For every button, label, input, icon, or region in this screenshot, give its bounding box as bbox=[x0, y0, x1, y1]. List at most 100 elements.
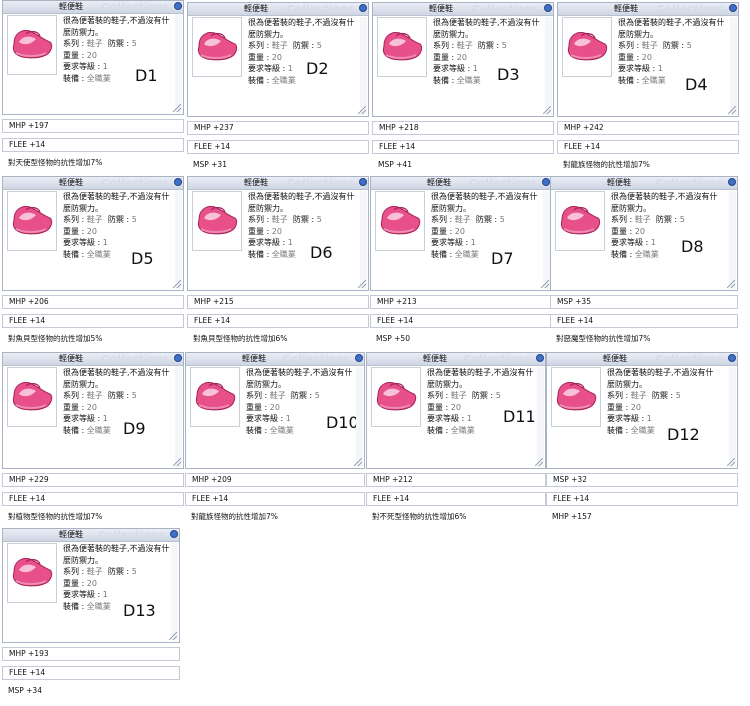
collections-watermark: Collections bbox=[282, 354, 350, 365]
option-row-3: 對天使型怪物的抗性增加7% bbox=[2, 157, 184, 171]
card-id-label: D10 bbox=[326, 413, 359, 432]
card-id-label: D13 bbox=[123, 601, 156, 620]
resize-grip-icon[interactable] bbox=[173, 458, 181, 466]
scrollbar[interactable] bbox=[360, 191, 367, 289]
title-bar: 輕便鞋 Collections bbox=[551, 177, 737, 190]
item-icon-box bbox=[375, 191, 425, 251]
series-row: 系列 : 鞋子 防禦 : 5 bbox=[63, 391, 137, 400]
item-tooltip-window: 輕便鞋 Collections 很為便著裝的鞋子,不過沒有什 麼防禦力。 系列 … bbox=[187, 2, 369, 117]
scrollbar[interactable] bbox=[545, 17, 552, 115]
pink-shoe-icon bbox=[556, 382, 597, 411]
scrollbar[interactable] bbox=[175, 191, 182, 289]
resize-grip-icon[interactable] bbox=[354, 458, 362, 466]
item-tooltip-window: 輕便鞋 Collections 很為便著裝的鞋子,不過沒有什 麼防禦力。 系列 … bbox=[550, 176, 738, 291]
card-id-label: D6 bbox=[310, 243, 333, 262]
option-row-2: FLEE +14 bbox=[185, 492, 365, 506]
option-row-3: 對魚貝型怪物的抗性增加6% bbox=[187, 333, 369, 347]
collections-watermark: Collections bbox=[463, 354, 531, 365]
desc-line-1: 很為便著裝的鞋子,不過沒有什 bbox=[63, 192, 170, 201]
weight-row: 重量 : 20 bbox=[246, 402, 280, 412]
item-name: 輕便鞋 bbox=[423, 354, 447, 363]
title-bar: 輕便鞋 Collections bbox=[3, 353, 183, 366]
title-bar: 輕便鞋 Collections bbox=[558, 3, 738, 16]
resize-grip-icon[interactable] bbox=[535, 458, 543, 466]
level-row: 要求等級 : 1 bbox=[248, 238, 293, 247]
series-row: 系列 : 鞋子 防禦 : 5 bbox=[607, 391, 681, 400]
desc-line-2: 麼防禦力。 bbox=[63, 27, 103, 37]
option-row-1: MHP +218 bbox=[372, 121, 554, 135]
item-name: 輕便鞋 bbox=[607, 178, 631, 187]
collections-watermark: Collections bbox=[656, 4, 724, 15]
card-id-label: D12 bbox=[667, 425, 700, 444]
close-icon[interactable] bbox=[174, 178, 182, 186]
title-bar: 輕便鞋 Collections bbox=[3, 1, 183, 14]
close-icon[interactable] bbox=[355, 354, 363, 362]
title-bar: 輕便鞋 Collections bbox=[188, 177, 368, 190]
resize-grip-icon[interactable] bbox=[173, 104, 181, 112]
item-description: 很為便著裝的鞋子,不過沒有什 麼防禦力。 系列 : 鞋子 防禦 : 5 重量 :… bbox=[433, 17, 547, 86]
card-id-label: D2 bbox=[306, 59, 329, 78]
item-tooltip-window: 輕便鞋 Collections 很為便著裝的鞋子,不過沒有什 麼防禦力。 系列 … bbox=[546, 352, 738, 469]
close-icon[interactable] bbox=[174, 354, 182, 362]
resize-grip-icon[interactable] bbox=[173, 280, 181, 288]
card-id-label: D1 bbox=[135, 66, 158, 85]
scrollbar[interactable] bbox=[537, 367, 544, 467]
scrollbar[interactable] bbox=[175, 367, 182, 467]
title-bar: 輕便鞋 Collections bbox=[3, 177, 183, 190]
close-icon[interactable] bbox=[729, 4, 737, 12]
series-row: 系列 : 鞋子 防禦 : 5 bbox=[431, 215, 505, 224]
close-icon[interactable] bbox=[544, 4, 552, 12]
resize-grip-icon[interactable] bbox=[358, 280, 366, 288]
pink-shoe-icon bbox=[12, 558, 53, 587]
option-row-1: MHP +242 bbox=[557, 121, 739, 135]
close-icon[interactable] bbox=[542, 178, 550, 186]
item-description: 很為便著裝的鞋子,不過沒有什 麼防禦力。 系列 : 鞋子 防禦 : 5 重量 :… bbox=[63, 191, 177, 260]
item-name: 輕便鞋 bbox=[614, 4, 638, 13]
close-icon[interactable] bbox=[728, 178, 736, 186]
option-row-1: MHP +215 bbox=[187, 295, 369, 309]
collections-watermark: Collections bbox=[655, 354, 723, 365]
close-icon[interactable] bbox=[728, 354, 736, 362]
close-icon[interactable] bbox=[536, 354, 544, 362]
scrollbar[interactable] bbox=[729, 367, 736, 467]
collections-watermark: Collections bbox=[655, 178, 723, 189]
desc-line-2: 麼防禦力。 bbox=[433, 29, 473, 39]
item-icon-box bbox=[7, 367, 57, 427]
option-row-3: MSP +50 bbox=[370, 333, 552, 347]
resize-grip-icon[interactable] bbox=[727, 280, 735, 288]
option-row-1: MSP +32 bbox=[546, 473, 738, 487]
resize-grip-icon[interactable] bbox=[728, 106, 736, 114]
scrollbar[interactable] bbox=[175, 15, 182, 113]
close-icon[interactable] bbox=[174, 2, 182, 10]
desc-line-2: 麼防禦力。 bbox=[427, 379, 467, 389]
resize-grip-icon[interactable] bbox=[727, 458, 735, 466]
scrollbar[interactable] bbox=[729, 191, 736, 289]
close-icon[interactable] bbox=[359, 178, 367, 186]
scrollbar[interactable] bbox=[356, 367, 363, 467]
option-row-2: FLEE +14 bbox=[2, 492, 184, 506]
resize-grip-icon[interactable] bbox=[541, 280, 549, 288]
desc-line-1: 很為便著裝的鞋子,不過沒有什 bbox=[248, 192, 355, 201]
scrollbar[interactable] bbox=[360, 17, 367, 115]
scrollbar[interactable] bbox=[171, 543, 178, 641]
resize-grip-icon[interactable] bbox=[358, 106, 366, 114]
resize-grip-icon[interactable] bbox=[169, 632, 177, 640]
option-row-3: MSP +41 bbox=[372, 159, 554, 173]
item-tooltip-window: 輕便鞋 Collections 很為便著裝的鞋子,不過沒有什 麼防禦力。 系列 … bbox=[185, 352, 365, 469]
desc-line-2: 麼防禦力。 bbox=[63, 203, 103, 213]
close-icon[interactable] bbox=[359, 4, 367, 12]
equip-row: 裝備 : 全職業 bbox=[433, 75, 481, 85]
pink-shoe-icon bbox=[380, 206, 421, 235]
title-bar: 輕便鞋 Collections bbox=[371, 177, 551, 190]
desc-line-1: 很為便著裝的鞋子,不過沒有什 bbox=[607, 368, 714, 377]
resize-grip-icon[interactable] bbox=[543, 106, 551, 114]
close-icon[interactable] bbox=[170, 530, 178, 538]
option-row-2: FLEE +14 bbox=[2, 314, 184, 328]
desc-line-2: 麼防禦力。 bbox=[607, 379, 647, 389]
desc-line-2: 麼防禦力。 bbox=[246, 379, 286, 389]
item-icon-box bbox=[7, 15, 57, 75]
item-icon-box bbox=[551, 367, 601, 427]
option-row-1: MHP +206 bbox=[2, 295, 184, 309]
scrollbar[interactable] bbox=[543, 191, 550, 289]
scrollbar[interactable] bbox=[730, 17, 737, 115]
